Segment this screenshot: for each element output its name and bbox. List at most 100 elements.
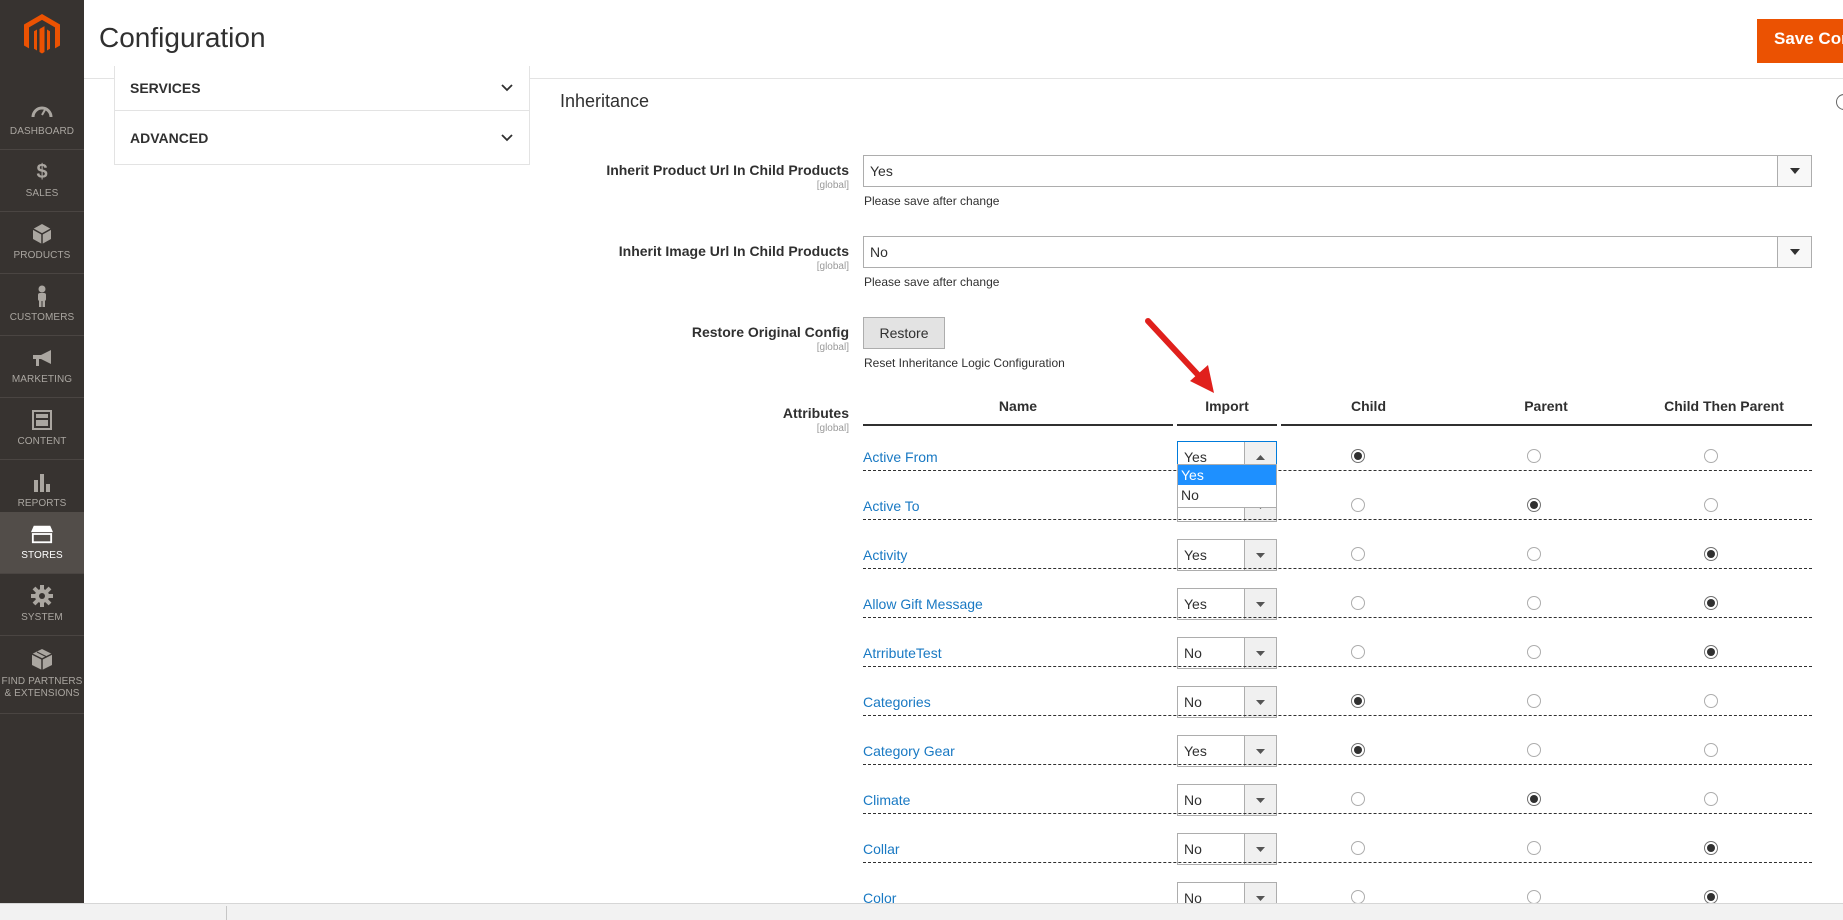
attribute-name-link[interactable]: Climate bbox=[863, 792, 910, 808]
radio-child[interactable] bbox=[1351, 449, 1365, 463]
radio-child[interactable] bbox=[1351, 498, 1365, 512]
inherit-image-label: Inherit Image Url In Child Products bbox=[618, 243, 849, 259]
attribute-name-link[interactable]: AtrributeTest bbox=[863, 645, 942, 661]
nav-item-marketing[interactable]: MARKETING bbox=[0, 336, 84, 398]
magento-logo-icon bbox=[24, 14, 60, 54]
nav-item-stores[interactable]: STORES bbox=[0, 512, 84, 574]
nav-label: DASHBOARD bbox=[9, 126, 75, 137]
radio-child[interactable] bbox=[1351, 841, 1365, 855]
nav-label: REPORTS bbox=[17, 498, 67, 509]
import-select[interactable]: No bbox=[1177, 784, 1277, 816]
import-select[interactable]: No bbox=[1177, 686, 1277, 718]
tab-services[interactable]: SERVICES bbox=[115, 66, 529, 111]
nav-label: SYSTEM bbox=[21, 612, 63, 623]
radio-child[interactable] bbox=[1351, 547, 1365, 561]
tab-advanced[interactable]: ADVANCED bbox=[115, 111, 529, 164]
nav-item-content[interactable]: CONTENT bbox=[0, 398, 84, 460]
select-value: No bbox=[1184, 645, 1202, 661]
tab-label: ADVANCED bbox=[130, 129, 209, 146]
select-value: Yes bbox=[1184, 596, 1207, 612]
radio-child[interactable] bbox=[1351, 743, 1365, 757]
import-select[interactable]: Yes bbox=[1177, 588, 1277, 620]
nav-item-partners[interactable]: FIND PARTNERS & EXTENSIONS bbox=[0, 636, 84, 714]
radio-parent[interactable] bbox=[1527, 498, 1541, 512]
dropdown-option-no[interactable]: No bbox=[1178, 485, 1276, 505]
radio-child-then-parent[interactable] bbox=[1704, 890, 1718, 904]
radio-child-then-parent[interactable] bbox=[1704, 449, 1718, 463]
radio-child-then-parent[interactable] bbox=[1704, 694, 1718, 708]
nav-item-system[interactable]: SYSTEM bbox=[0, 574, 84, 636]
page-title: Configuration bbox=[99, 22, 266, 53]
radio-parent[interactable] bbox=[1527, 792, 1541, 806]
import-select[interactable]: No bbox=[1177, 637, 1277, 669]
radio-child-then-parent[interactable] bbox=[1704, 596, 1718, 610]
radio-parent[interactable] bbox=[1527, 645, 1541, 659]
radio-parent[interactable] bbox=[1527, 841, 1541, 855]
radio-parent[interactable] bbox=[1527, 694, 1541, 708]
restore-note: Reset Inheritance Logic Configuration bbox=[864, 356, 1065, 370]
import-select[interactable]: Yes bbox=[1177, 539, 1277, 571]
attribute-name-link[interactable]: Allow Gift Message bbox=[863, 596, 983, 612]
radio-child-then-parent[interactable] bbox=[1704, 645, 1718, 659]
nav-label: STORES bbox=[21, 550, 63, 561]
radio-parent[interactable] bbox=[1527, 547, 1541, 561]
select-value: No bbox=[1184, 694, 1202, 710]
dropdown-option-yes[interactable]: Yes bbox=[1178, 465, 1276, 485]
radio-child[interactable] bbox=[1351, 890, 1365, 904]
attributes-scope: [global] bbox=[816, 423, 849, 434]
chevron-down-icon bbox=[1244, 589, 1276, 619]
restore-label: Restore Original Config bbox=[691, 324, 849, 340]
nav-item-sales[interactable]: $ SALES bbox=[0, 150, 84, 212]
bottom-scrollbar[interactable] bbox=[0, 903, 1843, 920]
attribute-name-link[interactable]: Active From bbox=[863, 449, 938, 465]
restore-button[interactable]: Restore bbox=[863, 317, 945, 349]
attribute-name-link[interactable]: Categories bbox=[863, 694, 931, 710]
chevron-down-icon bbox=[1244, 736, 1276, 766]
bar-chart-icon bbox=[31, 471, 53, 493]
nav-item-customers[interactable]: CUSTOMERS bbox=[0, 274, 84, 336]
nav-item-products[interactable]: PRODUCTS bbox=[0, 212, 84, 274]
row-divider bbox=[863, 715, 1812, 716]
radio-child[interactable] bbox=[1351, 645, 1365, 659]
radio-parent[interactable] bbox=[1527, 449, 1541, 463]
radio-child-then-parent[interactable] bbox=[1704, 547, 1718, 561]
inherit-url-select[interactable]: Yes bbox=[863, 155, 1812, 187]
row-divider bbox=[863, 666, 1812, 667]
col-header-name: Name bbox=[998, 398, 1038, 414]
radio-child-then-parent[interactable] bbox=[1704, 792, 1718, 806]
attribute-name-link[interactable]: Activity bbox=[863, 547, 907, 563]
attribute-name-link[interactable]: Category Gear bbox=[863, 743, 955, 759]
chevron-down-icon bbox=[501, 133, 513, 141]
radio-child-then-parent[interactable] bbox=[1704, 841, 1718, 855]
attribute-name-link[interactable]: Collar bbox=[863, 841, 900, 857]
import-select[interactable]: Yes bbox=[1177, 735, 1277, 767]
dollar-icon: $ bbox=[36, 160, 48, 183]
radio-child[interactable] bbox=[1351, 694, 1365, 708]
inherit-image-select[interactable]: No bbox=[863, 236, 1812, 268]
save-config-button[interactable]: Save Config bbox=[1757, 19, 1843, 63]
store-icon bbox=[31, 523, 53, 545]
scrollbar-divider bbox=[226, 906, 227, 920]
row-divider bbox=[863, 862, 1812, 863]
help-icon[interactable] bbox=[1836, 94, 1843, 110]
megaphone-icon bbox=[31, 347, 53, 369]
attribute-name-link[interactable]: Active To bbox=[863, 498, 920, 514]
inherit-image-scope: [global] bbox=[816, 261, 849, 272]
radio-parent[interactable] bbox=[1527, 890, 1541, 904]
radio-child-then-parent[interactable] bbox=[1704, 743, 1718, 757]
import-dropdown-list: Yes No bbox=[1177, 464, 1277, 508]
select-value: Yes bbox=[1184, 743, 1207, 759]
person-icon bbox=[31, 285, 53, 307]
select-value: No bbox=[1184, 841, 1202, 857]
radio-child[interactable] bbox=[1351, 596, 1365, 610]
header-underline bbox=[1281, 424, 1812, 426]
header-underline bbox=[1177, 424, 1277, 426]
radio-child[interactable] bbox=[1351, 792, 1365, 806]
inherit-url-note: Please save after change bbox=[864, 194, 1000, 208]
magento-logo[interactable] bbox=[0, 0, 84, 70]
radio-child-then-parent[interactable] bbox=[1704, 498, 1718, 512]
radio-parent[interactable] bbox=[1527, 743, 1541, 757]
radio-parent[interactable] bbox=[1527, 596, 1541, 610]
import-select[interactable]: No bbox=[1177, 833, 1277, 865]
nav-item-dashboard[interactable]: DASHBOARD bbox=[0, 88, 84, 150]
